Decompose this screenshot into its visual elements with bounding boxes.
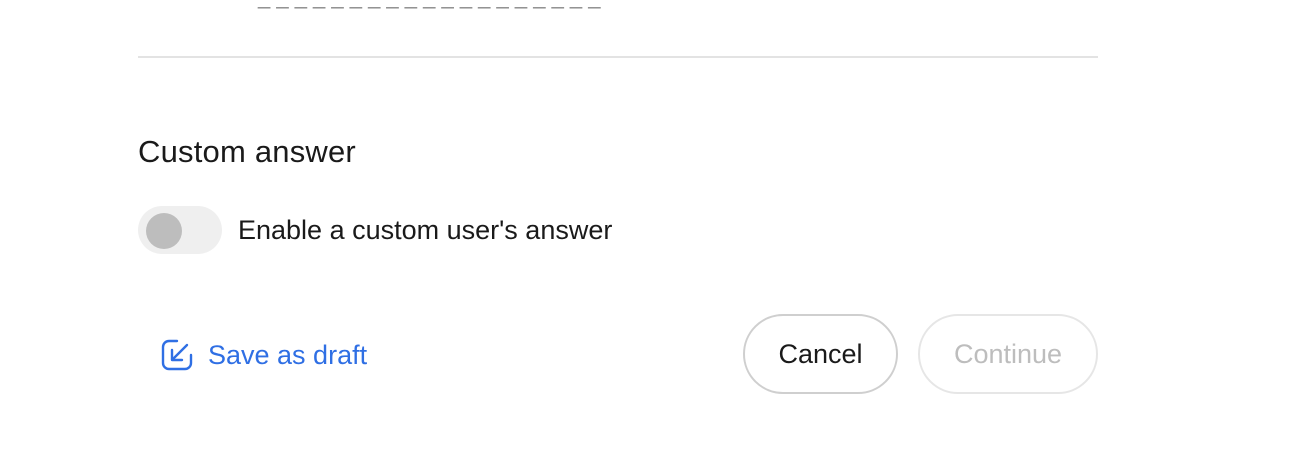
custom-answer-toggle-row: Enable a custom user's answer [138,206,612,254]
arrow-down-left-square-icon [160,338,194,372]
section-divider [138,56,1098,58]
cancel-button[interactable]: Cancel [743,314,898,394]
previous-section-text: _ _ _ _ _ _ _ _ _ _ _ _ _ _ _ _ _ _ _ [258,0,601,8]
custom-answer-toggle-label[interactable]: Enable a custom user's answer [238,206,612,254]
save-as-draft-label: Save as draft [208,340,368,370]
continue-button[interactable]: Continue [918,314,1098,394]
custom-answer-toggle[interactable] [138,206,222,254]
save-as-draft-link[interactable]: Save as draft [160,336,367,374]
toggle-knob [146,213,182,249]
custom-answer-title: Custom answer [138,134,356,169]
